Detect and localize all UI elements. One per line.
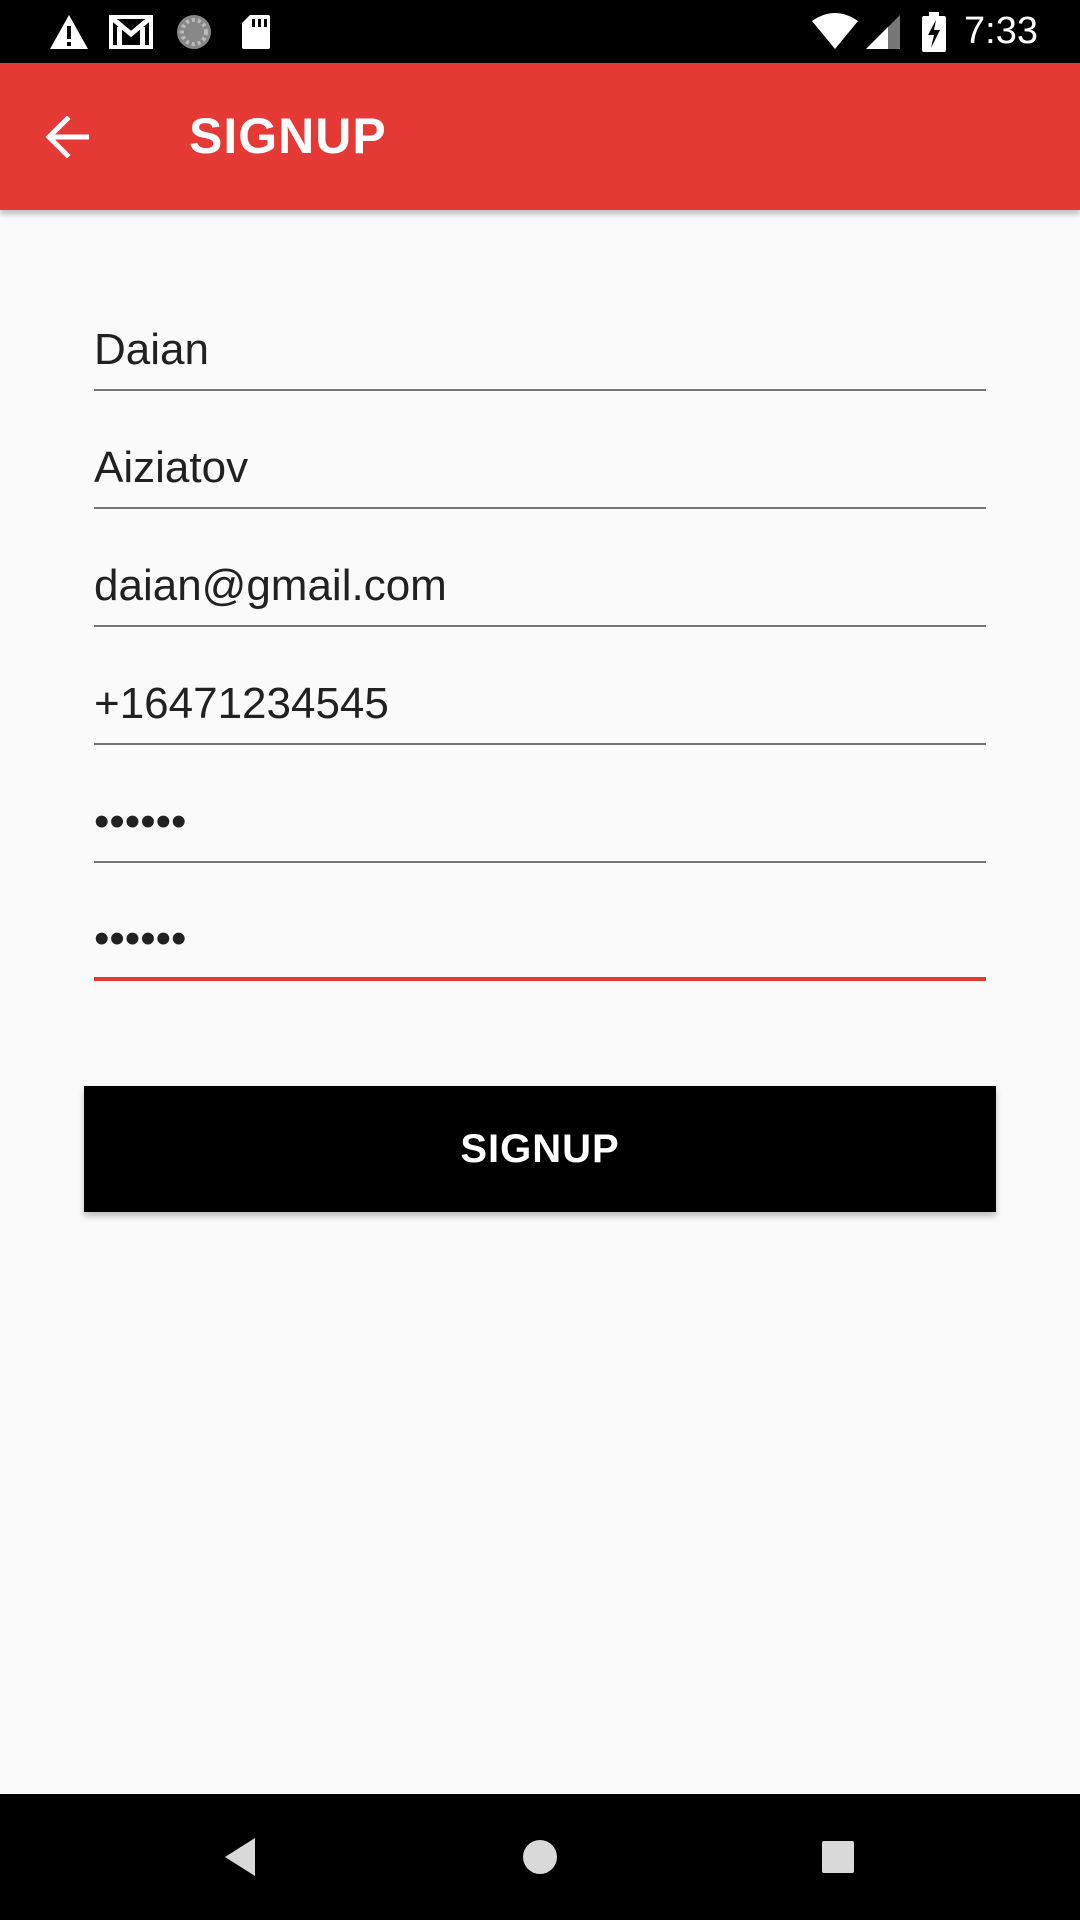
nav-recents-button[interactable] xyxy=(775,1794,901,1920)
wifi-icon xyxy=(810,0,860,63)
gmail-icon xyxy=(107,0,155,63)
cell-signal-icon xyxy=(862,0,904,63)
nav-recents-icon xyxy=(822,1841,854,1873)
last-name-field[interactable] xyxy=(94,429,986,509)
password-field-wrapper xyxy=(94,745,986,863)
nav-home-icon xyxy=(523,1840,557,1874)
signup-button[interactable]: SIGNUP xyxy=(84,1086,996,1212)
nav-home-button[interactable] xyxy=(477,1794,603,1920)
email-field[interactable] xyxy=(94,547,986,627)
warning-icon xyxy=(46,0,92,63)
app-bar: SIGNUP xyxy=(0,63,1080,210)
status-bar: 7:33 xyxy=(0,0,1080,63)
email-field-wrapper xyxy=(94,509,986,627)
nav-back-button[interactable] xyxy=(178,1794,304,1920)
battery-charging-icon xyxy=(918,0,950,63)
phone-field[interactable] xyxy=(94,665,986,745)
sync-icon xyxy=(172,0,216,63)
password-field[interactable] xyxy=(94,783,986,863)
phone-field-wrapper xyxy=(94,627,986,745)
signup-form xyxy=(94,210,986,981)
page-title: SIGNUP xyxy=(189,108,387,164)
first-name-field-wrapper xyxy=(94,210,986,391)
arrow-back-icon xyxy=(45,116,89,158)
status-time: 7:33 xyxy=(964,10,1038,52)
first-name-field[interactable] xyxy=(94,311,986,391)
navigation-bar xyxy=(0,1794,1080,1920)
confirm-password-field[interactable] xyxy=(94,901,986,981)
confirm-password-field-wrapper xyxy=(94,863,986,981)
sd-card-icon xyxy=(236,0,276,63)
back-button[interactable] xyxy=(30,99,106,175)
nav-back-icon xyxy=(225,1838,255,1876)
last-name-field-wrapper xyxy=(94,391,986,509)
